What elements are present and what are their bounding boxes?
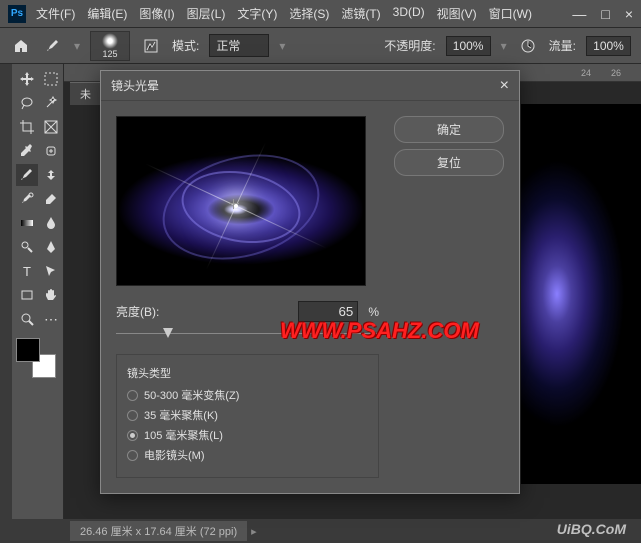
type-tool[interactable]: T — [16, 260, 38, 282]
window-minimize-button[interactable]: — — [572, 6, 586, 22]
menu-layer[interactable]: 图层(L) — [187, 5, 226, 22]
move-tool[interactable] — [16, 68, 38, 90]
radio-icon — [127, 390, 138, 401]
svg-text:T: T — [23, 264, 31, 278]
pressure-opacity-icon[interactable] — [517, 35, 539, 57]
main-menu: 文件(F) 编辑(E) 图像(I) 图层(L) 文字(Y) 选择(S) 滤镜(T… — [36, 5, 572, 22]
home-icon[interactable] — [10, 35, 32, 57]
opacity-label: 不透明度: — [384, 37, 435, 54]
reset-button[interactable]: 复位 — [394, 149, 504, 176]
clone-stamp-tool[interactable] — [40, 164, 62, 186]
brush-tool[interactable] — [16, 164, 38, 186]
menu-image[interactable]: 图像(I) — [139, 5, 174, 22]
brush-tool-icon[interactable] — [42, 35, 64, 57]
menu-type[interactable]: 文字(Y) — [237, 5, 277, 22]
crop-tool[interactable] — [16, 116, 38, 138]
brightness-label: 亮度(B): — [116, 303, 159, 320]
gradient-tool[interactable] — [16, 212, 38, 234]
slider-thumb[interactable] — [163, 328, 173, 338]
radio-icon — [127, 450, 138, 461]
lens-option-105[interactable]: 105 毫米聚焦(L) — [127, 427, 368, 443]
path-select-tool[interactable] — [40, 260, 62, 282]
lens-type-label: 镜头类型 — [127, 365, 368, 381]
radio-icon — [127, 430, 138, 441]
dodge-tool[interactable] — [16, 236, 38, 258]
ok-button[interactable]: 确定 — [394, 116, 504, 143]
lens-flare-dialog: 镜头光晕 × 亮度(B): % 镜头类型 50-300 毫米变焦 — [100, 70, 520, 494]
tools-panel: T ⋯ — [12, 64, 64, 519]
brush-panel-icon[interactable] — [140, 35, 162, 57]
brightness-pct: % — [368, 305, 379, 319]
frame-tool[interactable] — [40, 116, 62, 138]
eraser-tool[interactable] — [40, 188, 62, 210]
window-close-button[interactable]: × — [625, 6, 633, 22]
pen-tool[interactable] — [40, 236, 62, 258]
hand-tool[interactable] — [40, 284, 62, 306]
opacity-input[interactable]: 100% — [446, 36, 491, 56]
lasso-tool[interactable] — [16, 92, 38, 114]
menu-file[interactable]: 文件(F) — [36, 5, 75, 22]
eyedropper-tool[interactable] — [16, 140, 38, 162]
menu-filter[interactable]: 滤镜(T) — [341, 5, 380, 22]
dialog-title: 镜头光晕 — [111, 77, 159, 94]
lens-option-35[interactable]: 35 毫米聚焦(K) — [127, 407, 368, 423]
brightness-slider[interactable] — [116, 326, 379, 342]
more-tools[interactable]: ⋯ — [40, 308, 62, 330]
status-bar: 26.46 厘米 x 17.64 厘米 (72 ppi) ▸ — [0, 519, 641, 543]
document-canvas[interactable] — [521, 104, 641, 484]
flow-label: 流量: — [549, 37, 576, 54]
healing-brush-tool[interactable] — [40, 140, 62, 162]
lens-option-50-300[interactable]: 50-300 毫米变焦(Z) — [127, 387, 368, 403]
lens-option-movie[interactable]: 电影镜头(M) — [127, 447, 368, 463]
dialog-close-button[interactable]: × — [500, 77, 509, 95]
rectangle-tool[interactable] — [16, 284, 38, 306]
marquee-tool[interactable] — [40, 68, 62, 90]
menu-select[interactable]: 选择(S) — [289, 5, 329, 22]
lens-flare-preview[interactable] — [116, 116, 366, 286]
menu-view[interactable]: 视图(V) — [437, 5, 477, 22]
menu-edit[interactable]: 编辑(E) — [87, 5, 127, 22]
foreground-color-swatch[interactable] — [16, 338, 40, 362]
history-brush-tool[interactable] — [16, 188, 38, 210]
blend-mode-select[interactable]: 正常 — [209, 34, 269, 57]
menu-3d[interactable]: 3D(D) — [393, 5, 425, 22]
menu-window[interactable]: 窗口(W) — [489, 5, 532, 22]
brush-size-value: 125 — [103, 49, 118, 59]
document-tab[interactable]: 未 — [70, 82, 101, 105]
brightness-input[interactable] — [298, 301, 358, 322]
brush-preset-picker[interactable]: 125 — [90, 31, 130, 61]
flow-input[interactable]: 100% — [586, 36, 631, 56]
zoom-tool[interactable] — [16, 308, 38, 330]
flare-center-cross-icon[interactable] — [229, 199, 239, 209]
app-logo: Ps — [8, 5, 26, 23]
color-swatches[interactable] — [16, 338, 56, 378]
options-bar: ▾ 125 模式: 正常 ▾ 不透明度: 100% ▾ 流量: 100% — [0, 28, 641, 64]
left-rail — [0, 64, 12, 519]
window-maximize-button[interactable]: □ — [601, 6, 609, 22]
mode-label: 模式: — [172, 37, 199, 54]
blur-tool[interactable] — [40, 212, 62, 234]
document-info[interactable]: 26.46 厘米 x 17.64 厘米 (72 ppi) — [70, 521, 247, 541]
radio-icon — [127, 410, 138, 421]
magic-wand-tool[interactable] — [40, 92, 62, 114]
